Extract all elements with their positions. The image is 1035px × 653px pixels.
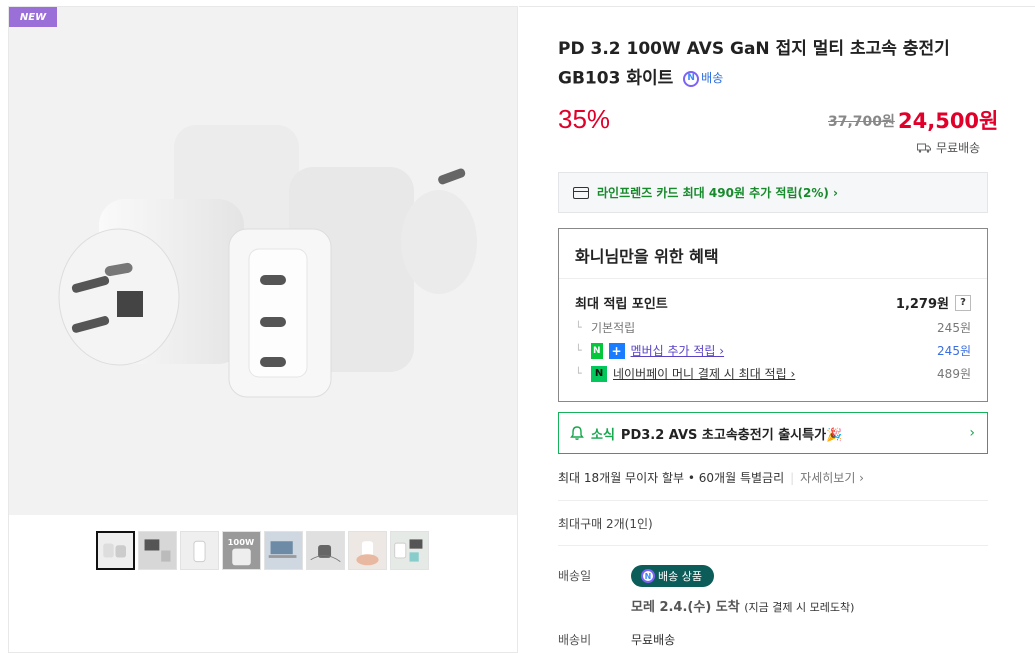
product-gallery: NEW 100W <box>8 6 518 653</box>
installment-text: 최대 18개월 무이자 할부 • 60개월 특별금리 <box>558 471 785 485</box>
installment-info: 최대 18개월 무이자 할부 • 60개월 특별금리 | 자세히보기 › <box>558 469 864 486</box>
naver-plus-n-icon: N <box>591 342 603 359</box>
card-offer-banner[interactable]: 라인프렌즈 카드 최대 490원 추가 적립(2%) › <box>558 172 988 213</box>
charger-illustration <box>58 125 477 398</box>
credit-card-icon <box>573 186 589 199</box>
thumb-cables[interactable] <box>306 531 345 570</box>
benefit-panel: 화니님만을 위한 혜택 최대 적립 포인트 1,279원 ? └ 기본적립 245… <box>558 228 988 402</box>
thumbnail-strip: 100W <box>96 531 429 570</box>
news-label: 소식 <box>591 427 615 443</box>
benefit-divider <box>559 278 987 279</box>
tree-branch-icon: └ <box>575 344 582 357</box>
shipping-fee-value: 무료배송 <box>631 633 676 647</box>
membership-points-value: 245원 <box>937 344 971 358</box>
installment-detail-link[interactable]: 자세히보기 › <box>800 469 864 486</box>
new-badge: NEW <box>9 7 57 27</box>
news-text: PD3.2 AVS 초고속충전기 출시특가🎉 <box>620 427 843 443</box>
sale-price: 24,500원 <box>898 109 999 133</box>
original-price: 37,700원 <box>828 114 895 130</box>
membership-points-link[interactable]: 멤버십 추가 적립 › <box>631 342 725 359</box>
max-points-row: 최대 적립 포인트 1,279원 ? <box>575 293 971 312</box>
thumb-charger-white[interactable] <box>96 531 135 570</box>
free-shipping-info: 무료배송 <box>917 139 980 156</box>
truck-icon <box>917 143 931 153</box>
thumb-devices[interactable] <box>390 531 429 570</box>
discount-rate: 35% <box>558 104 611 134</box>
product-info: PD 3.2 100W AVS GaN 접지 멀티 초고속 충전기 GB103 … <box>519 6 1035 653</box>
thumb-plugged-wall[interactable] <box>180 531 219 570</box>
main-product-image[interactable]: NEW <box>9 7 517 515</box>
product-title: PD 3.2 100W AVS GaN 접지 멀티 초고속 충전기 GB103 … <box>558 35 993 94</box>
news-banner[interactable]: 소식 PD3.2 AVS 초고속충전기 출시특가🎉 › <box>558 412 988 454</box>
delivery-date: 모레 2.4.(수) 도착 (지금 결제 시 모레도착) <box>631 596 854 615</box>
npay-money-points-link[interactable]: 네이버페이 머니 결제 시 최대 적립 › <box>613 365 795 382</box>
delivery-badge-label: 배송 상품 <box>658 570 702 583</box>
divider: | <box>790 470 795 485</box>
delivery-date-text: 모레 2.4.(수) 도착 <box>631 600 740 615</box>
max-points-value: 1,279원 <box>895 297 949 312</box>
benefit-title: 화니님만을 위한 혜택 <box>575 247 719 266</box>
thumb-100w-banner[interactable]: 100W <box>222 531 261 570</box>
help-icon[interactable]: ? <box>955 294 971 311</box>
npay-money-points-row: └ N 네이버페이 머니 결제 시 최대 적립 › 489원 <box>575 365 971 382</box>
thumb-desk-setup[interactable] <box>138 531 177 570</box>
npay-n-icon: N <box>683 70 700 87</box>
npay-n-icon: N <box>641 569 655 583</box>
tree-branch-icon: └ <box>575 321 582 334</box>
chevron-right-icon: › <box>969 425 975 441</box>
npay-delivery-label: 배송 <box>701 71 724 85</box>
npay-money-points-value: 489원 <box>937 367 971 381</box>
free-shipping-label: 무료배송 <box>936 141 981 155</box>
max-points-label: 최대 적립 포인트 <box>575 297 668 312</box>
npay-icon: N <box>591 365 607 382</box>
max-purchase: 최대구매 2개(1인) <box>558 517 653 531</box>
tree-branch-icon: └ <box>575 367 582 380</box>
membership-points-row: └ N + 멤버십 추가 적립 › 245원 <box>575 342 971 359</box>
delivery-date-label: 배송일 <box>558 569 592 583</box>
bell-icon <box>570 426 584 440</box>
product-page: NEW 100W PD 3.2 100W AVS GaN 접지 멀티 초고속 충… <box>0 0 1035 653</box>
basic-points-value: 245원 <box>937 321 971 335</box>
npay-delivery-badge: N 배송 <box>683 64 723 93</box>
delivery-date-note: (지금 결제 시 모레도착) <box>744 601 855 614</box>
divider <box>558 500 988 501</box>
card-offer-text: 라인프렌즈 카드 최대 490원 추가 적립(2%) › <box>597 186 838 200</box>
thumb-hand[interactable] <box>348 531 387 570</box>
shipping-fee-label: 배송비 <box>558 633 592 647</box>
naver-plus-icon: + <box>608 342 625 359</box>
thumb-laptop[interactable] <box>264 531 303 570</box>
delivery-badge: N 배송 상품 <box>631 565 714 587</box>
divider <box>558 545 988 546</box>
product-title-text: PD 3.2 100W AVS GaN 접지 멀티 초고속 충전기 GB103 … <box>558 39 950 89</box>
basic-points-row: └ 기본적립 245원 <box>575 319 971 336</box>
basic-points-label: 기본적립 <box>591 321 636 335</box>
thumb-100w-text: 100W <box>228 537 255 547</box>
